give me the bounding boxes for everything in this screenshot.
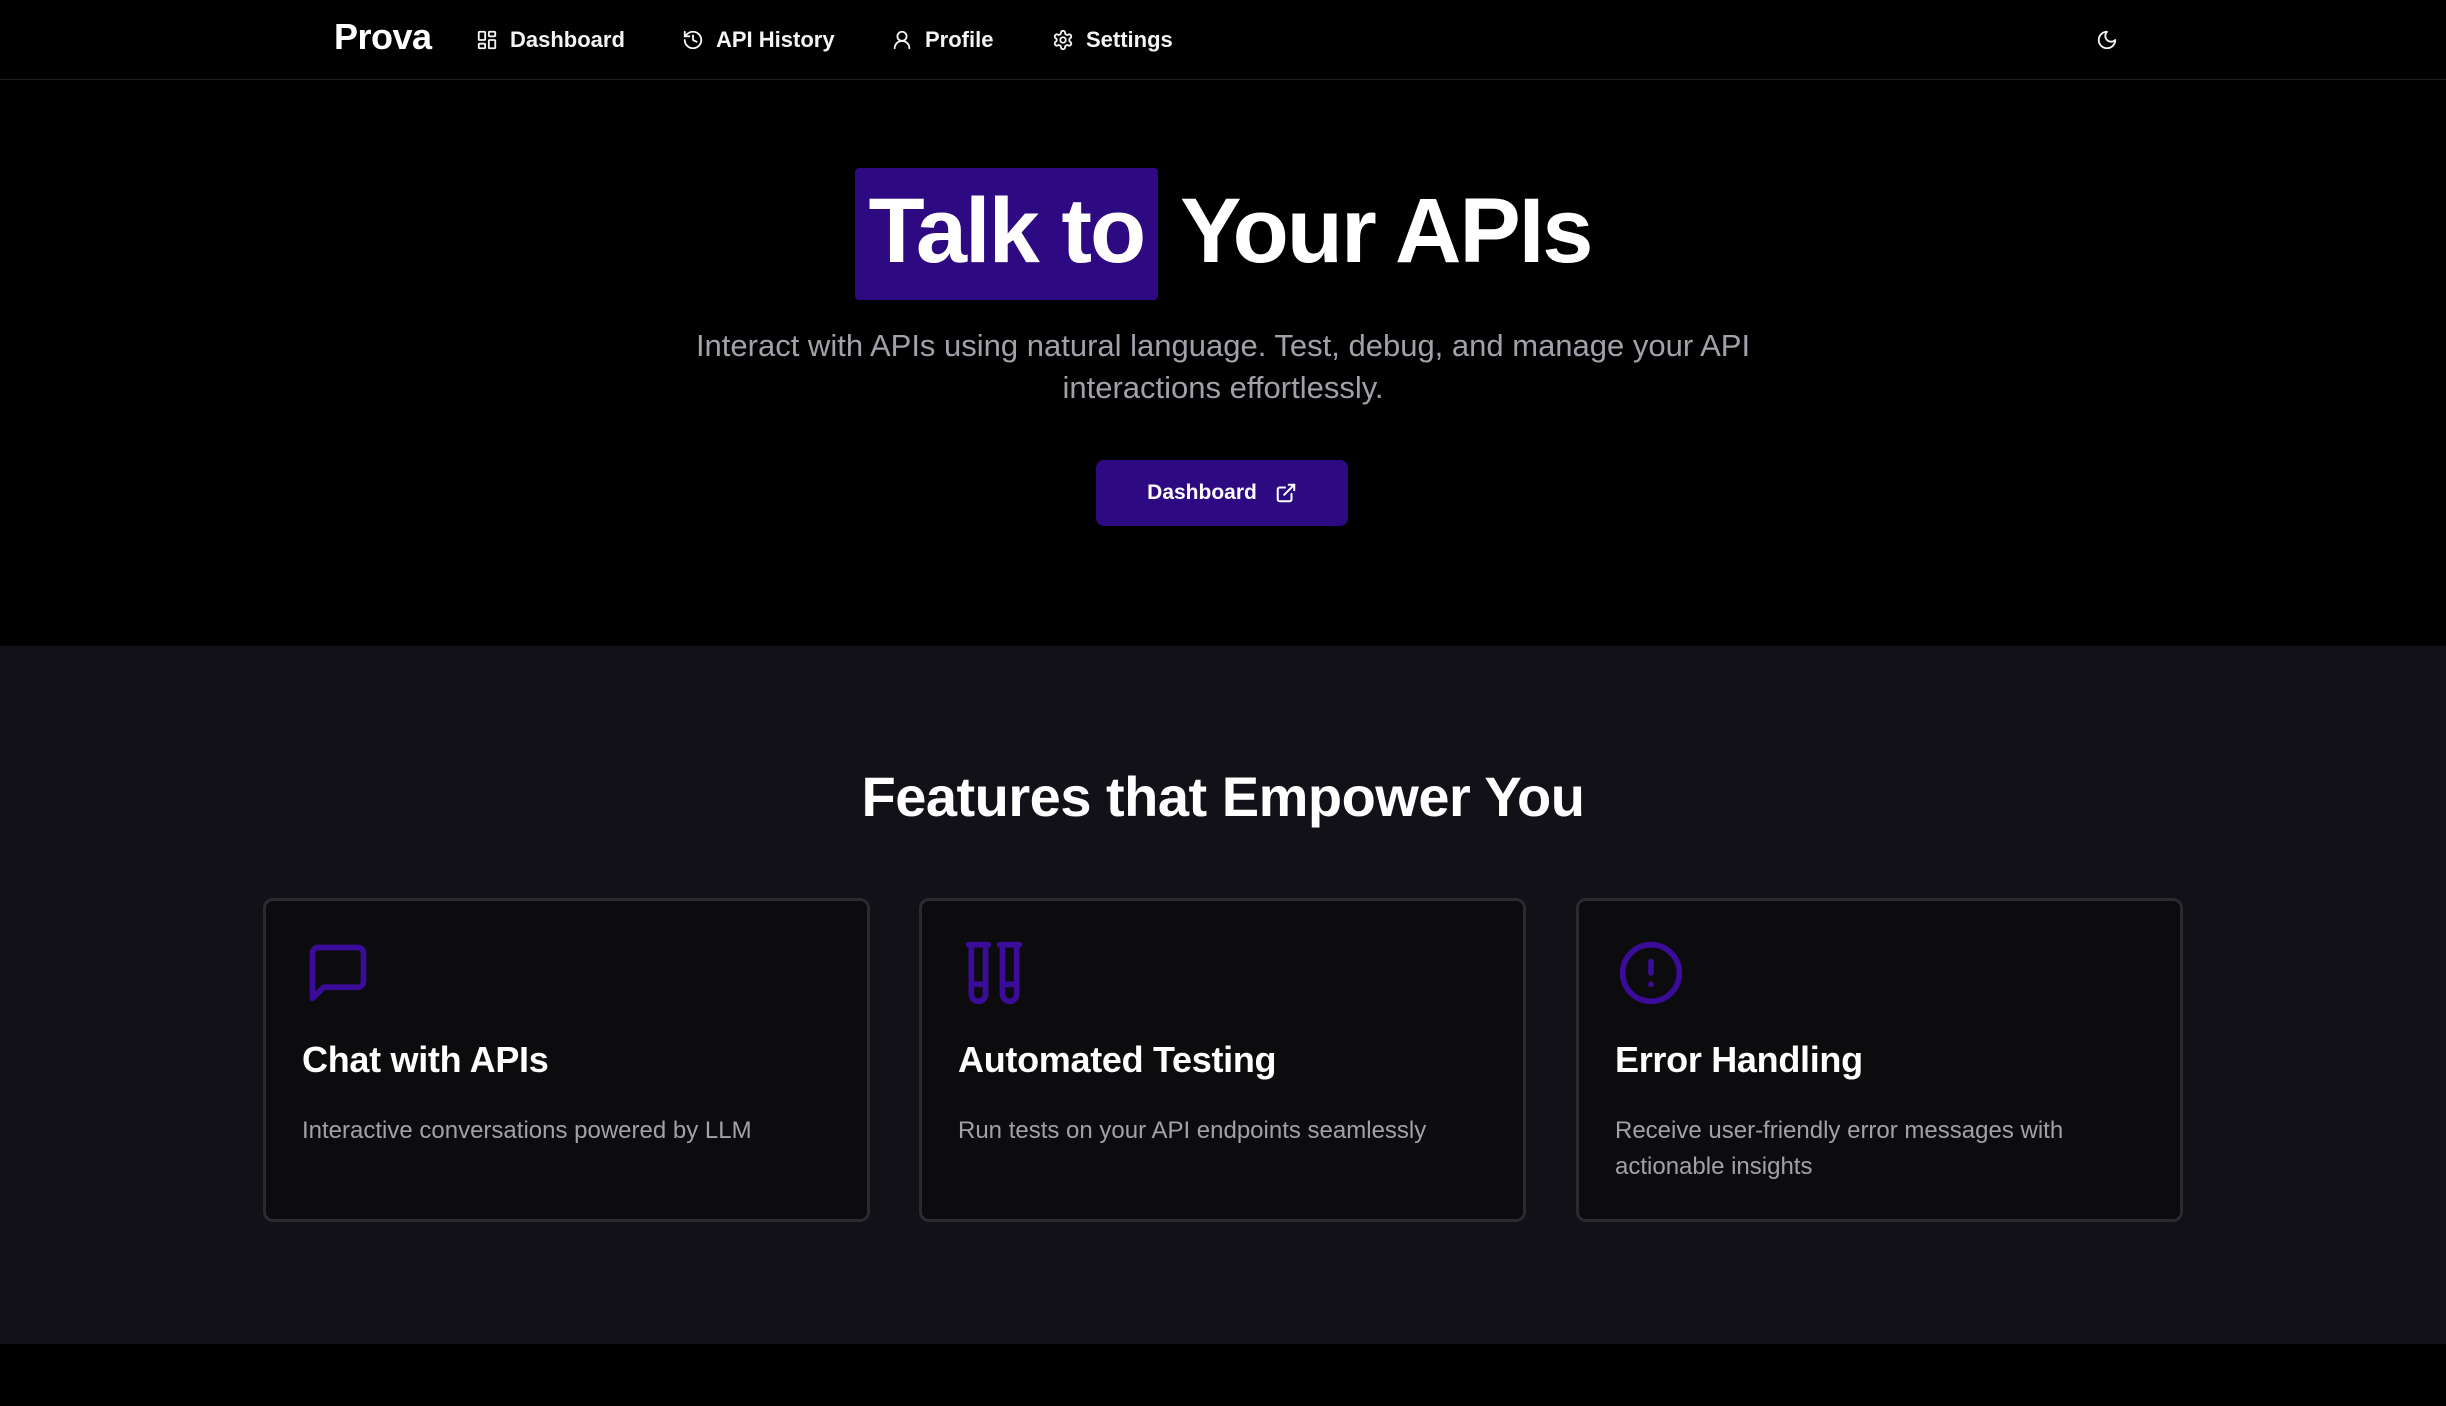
feature-description: Run tests on your API endpoints seamless… — [958, 1117, 1427, 1144]
dashboard-icon — [477, 30, 497, 50]
feature-title: Chat with APIs — [302, 1039, 549, 1080]
alert-circle-icon — [1619, 941, 1683, 1005]
feature-title: Error Handling — [1615, 1039, 1863, 1080]
moon-icon — [2097, 30, 2117, 50]
hero-section: Talk to Your APIs Interact with APIs usi… — [0, 81, 2446, 646]
nav-item-api-history[interactable]: API History — [682, 22, 835, 58]
nav-item-label: API History — [716, 27, 835, 52]
feature-title: Automated Testing — [958, 1039, 1277, 1080]
dashboard-cta-button[interactable]: Dashboard — [1096, 460, 1348, 526]
test-tubes-icon — [965, 941, 1023, 1005]
feature-description: Interactive conversations powered by LLM — [302, 1117, 752, 1144]
hero-title-rest: Your APIs — [1180, 180, 1593, 282]
external-link-icon — [1276, 483, 1296, 503]
feature-description: Receive user-friendly error messages wit… — [1615, 1117, 2064, 1180]
chat-icon — [309, 944, 367, 1002]
features-section: Features that Empower You Chat with APIs… — [0, 646, 2446, 1344]
user-icon — [893, 30, 911, 50]
nav-item-profile[interactable]: Profile — [891, 22, 993, 58]
feature-icon-wrap — [304, 939, 372, 1007]
nav-item-label: Dashboard — [510, 27, 625, 52]
top-navbar: Prova Dashboard API History Profile Sett… — [0, 0, 2446, 80]
feature-card-testing: Automated Testing Run tests on your API … — [919, 898, 1526, 1222]
theme-toggle-button[interactable] — [2092, 25, 2122, 55]
history-icon — [683, 30, 703, 50]
feature-card-errors: Error Handling Receive user-friendly err… — [1576, 898, 2183, 1222]
hero-title: Talk to Your APIs — [0, 168, 2446, 300]
nav-item-label: Profile — [925, 27, 994, 52]
feature-icon-wrap — [1617, 939, 1685, 1007]
cta-label: Dashboard — [1147, 481, 1257, 504]
feature-icon-wrap — [960, 939, 1028, 1007]
nav-item-label: Settings — [1086, 27, 1173, 52]
features-title: Features that Empower You — [861, 765, 1585, 828]
hero-subtitle: Interact with APIs using natural languag… — [695, 328, 1751, 405]
feature-card-chat: Chat with APIs Interactive conversations… — [263, 898, 870, 1222]
brand-logo[interactable]: Prova — [334, 16, 432, 58]
gear-icon — [1053, 29, 1073, 51]
nav-item-dashboard[interactable]: Dashboard — [476, 22, 625, 58]
nav-item-settings[interactable]: Settings — [1052, 22, 1173, 58]
footer-band — [0, 1344, 2446, 1406]
hero-title-highlight: Talk to — [854, 168, 1159, 300]
